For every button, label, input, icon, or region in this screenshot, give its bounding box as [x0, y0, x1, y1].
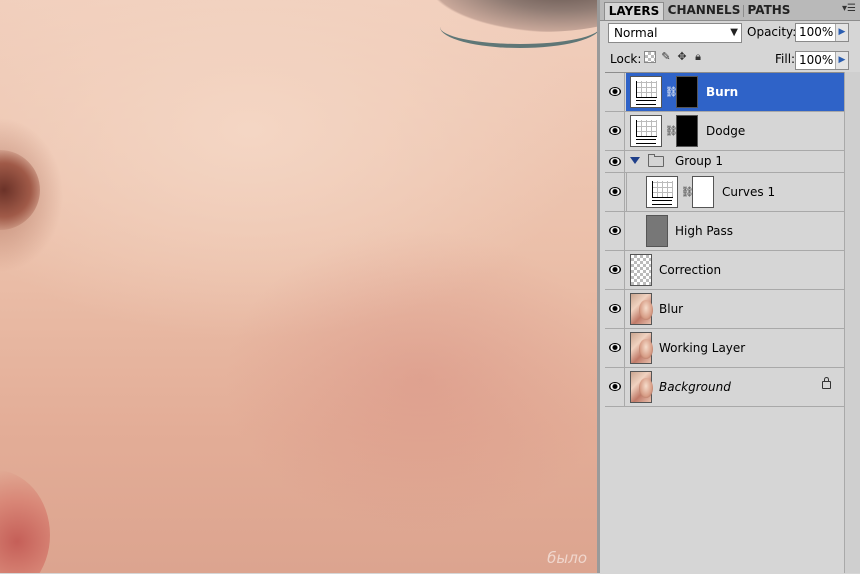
curves-adjustment-icon [630, 76, 662, 108]
layer-mask-thumbnail[interactable] [676, 115, 698, 147]
layer-mask-thumbnail[interactable] [676, 76, 698, 108]
layer-name: Burn [706, 85, 739, 99]
layer-name: Curves 1 [722, 185, 776, 199]
lock-options: ✎ ✥ 🔒︎ [644, 51, 704, 63]
transparent-layer-thumbnail [630, 254, 652, 286]
layer-name: Group 1 [675, 154, 723, 168]
layer-thumbnail [646, 215, 668, 247]
fill-input[interactable]: 100% ▶ [795, 51, 849, 70]
blend-mode-select[interactable]: Normal ▼ [608, 23, 742, 43]
chevron-down-icon: ▼ [730, 27, 738, 38]
group-expand-triangle-icon[interactable] [630, 157, 640, 164]
layer-content[interactable]: ⛓ Burn [626, 73, 845, 111]
fill-value: 100% [799, 53, 834, 67]
eye-icon[interactable] [609, 304, 621, 313]
panel-menu-icon[interactable]: ▾☰ [842, 3, 856, 14]
layer-row-blur[interactable]: Blur [605, 290, 845, 329]
layer-row-burn[interactable]: ⛓ Burn [605, 73, 845, 112]
layer-thumbnail [630, 293, 653, 325]
visibility-cell [605, 329, 625, 367]
layer-mask-thumbnail[interactable] [692, 176, 714, 208]
lock-icon [822, 377, 831, 389]
visibility-cell [605, 173, 625, 211]
lock-transparent-pixels-icon[interactable] [644, 51, 656, 63]
folder-icon [648, 154, 664, 167]
layer-content[interactable]: Working Layer [626, 329, 845, 367]
eye-icon[interactable] [609, 226, 621, 235]
lock-all-icon[interactable]: 🔒︎ [692, 51, 704, 63]
layer-content[interactable]: Blur [626, 290, 845, 328]
fill-slider-arrow-icon[interactable]: ▶ [835, 52, 848, 69]
layer-row-background[interactable]: Background [605, 368, 845, 407]
eye-icon[interactable] [609, 382, 621, 391]
layer-thumbnail [630, 332, 653, 364]
group-indent [626, 173, 627, 211]
watermark-text: было [547, 549, 587, 567]
layer-row-correction[interactable]: Correction [605, 251, 845, 290]
layer-content[interactable]: High Pass [626, 212, 845, 250]
curves-adjustment-icon [630, 115, 662, 147]
visibility-cell [605, 212, 625, 250]
layer-name: Background [659, 380, 731, 394]
lock-position-icon[interactable]: ✥ [676, 51, 688, 63]
visibility-cell [605, 73, 625, 111]
eye-icon[interactable] [609, 87, 621, 96]
fill-label: Fill: [775, 52, 796, 66]
eye-icon[interactable] [609, 343, 621, 352]
layer-content[interactable]: Correction [626, 251, 845, 289]
layers-scrollbar[interactable] [844, 72, 860, 573]
layer-row-curves-1[interactable]: ⛓ Curves 1 [605, 173, 845, 212]
layer-name: Working Layer [659, 341, 746, 355]
opacity-label: Opacity: [747, 25, 797, 39]
eye-icon[interactable] [609, 265, 621, 274]
layer-row-dodge[interactable]: ⛓ Dodge [605, 112, 845, 151]
layer-name: Blur [659, 302, 684, 316]
lock-image-pixels-icon[interactable]: ✎ [660, 51, 672, 63]
opacity-input[interactable]: 100% ▶ [795, 23, 849, 42]
tab-layers[interactable]: LAYERS [604, 2, 664, 20]
layer-name: Dodge [706, 124, 746, 138]
photo-lips [0, 470, 50, 573]
panel-tabs: LAYERS CHANNELS PATHS ▾☰ [600, 0, 860, 21]
visibility-cell [605, 112, 625, 150]
visibility-cell [605, 251, 625, 289]
tab-channels[interactable]: CHANNELS [666, 2, 742, 20]
blend-mode-value: Normal [614, 26, 658, 40]
layer-name: Correction [659, 263, 722, 277]
layer-content[interactable]: ⛓ Dodge [626, 112, 845, 150]
image-canvas[interactable]: было [0, 0, 597, 573]
layers-panel: LAYERS CHANNELS PATHS ▾☰ Normal ▼ Opacit… [597, 0, 860, 574]
photo-nostril [0, 150, 40, 230]
eye-icon[interactable] [609, 156, 621, 166]
visibility-cell [605, 368, 625, 406]
layer-row-high-pass[interactable]: High Pass [605, 212, 845, 251]
layers-list: ⛓ Burn ⛓ Dodge Group 1 ⛓ Curves 1 High P… [605, 72, 845, 574]
eye-icon[interactable] [609, 126, 621, 135]
lock-label: Lock: [610, 52, 642, 66]
layer-name: High Pass [675, 224, 733, 238]
tab-paths[interactable]: PATHS [744, 2, 794, 20]
layer-row-working-layer[interactable]: Working Layer [605, 329, 845, 368]
curves-adjustment-icon [646, 176, 678, 208]
photo-eyelash [440, 6, 597, 48]
visibility-cell [605, 290, 625, 328]
layer-content[interactable]: Background [626, 368, 845, 406]
opacity-slider-arrow-icon[interactable]: ▶ [835, 24, 848, 41]
layer-content[interactable]: ⛓ Curves 1 [626, 173, 845, 211]
eye-icon[interactable] [609, 187, 621, 196]
visibility-cell [605, 151, 625, 172]
layer-content[interactable]: Group 1 [626, 151, 845, 172]
opacity-value: 100% [799, 25, 834, 39]
layer-thumbnail [630, 371, 653, 403]
layer-row-group-1[interactable]: Group 1 [605, 151, 845, 173]
